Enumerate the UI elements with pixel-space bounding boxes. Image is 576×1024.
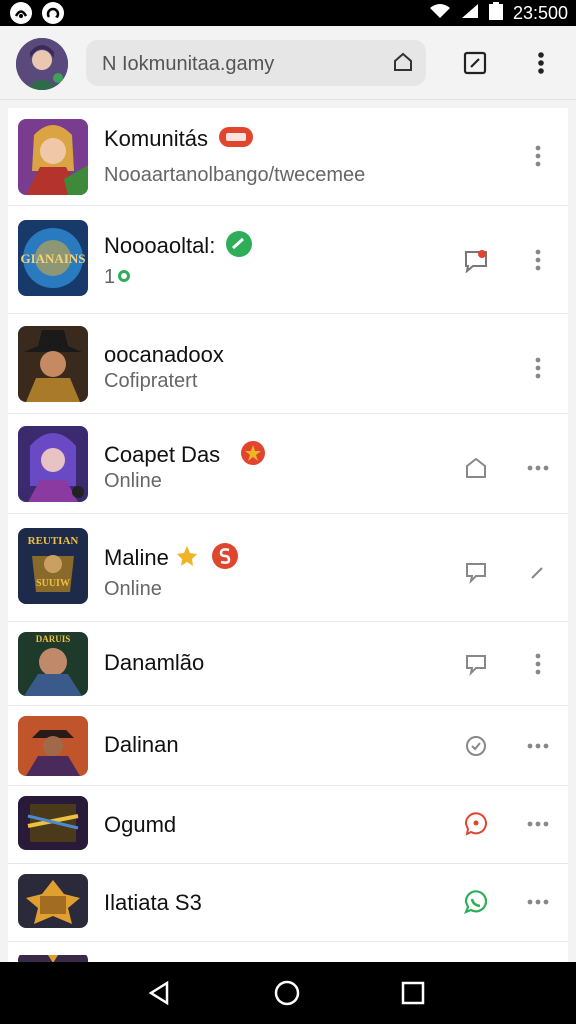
item-more-button[interactable] [524,452,552,484]
compose-button[interactable] [460,48,490,78]
list-item[interactable] [8,942,568,962]
item-more-button[interactable] [524,808,552,840]
item-title: Maline [104,542,239,576]
more-horiz-icon [527,821,549,827]
thumbnail-logo-text: SUUIW [36,578,70,589]
item-more-button[interactable] [524,648,552,680]
whatsapp-icon [464,890,488,914]
red-pill-badge [218,126,254,154]
green-check-badge [225,230,253,264]
status-time: 23:500 [512,3,568,23]
thumbnail-logo-text: DARUIS [36,634,71,644]
status-bar: 23:500 [0,0,576,26]
more-vert-icon [535,249,541,271]
item-more-button[interactable] [524,352,552,384]
list-item[interactable]: Ogumd [8,786,568,864]
item-title: Noooaoltal: [104,230,253,264]
app-notification-icon [10,2,32,24]
wifi-icon [429,3,451,24]
community-thumbnail [18,952,88,962]
community-thumbnail [18,426,88,502]
list-item[interactable]: Dalinan [8,706,568,786]
home-nav-button[interactable] [272,978,302,1008]
edit-icon [463,51,487,75]
community-thumbnail [18,796,88,850]
chat-button[interactable] [460,556,492,588]
clock-icon [466,736,486,756]
list-item[interactable]: DARUIS Danamlão [8,622,568,706]
list-item[interactable]: GIANAINS Noooaoltal: 1 [8,206,568,314]
top-bar: N Iokmunitaa.gamy [0,26,576,100]
back-triangle-icon [148,980,169,1006]
community-thumbnail: GIANAINS [18,220,88,296]
home-icon[interactable] [392,51,414,78]
search-bar[interactable]: N Iokmunitaa.gamy [86,40,426,86]
item-edit-button[interactable] [524,556,552,588]
item-more-button[interactable] [524,244,552,276]
list-item[interactable]: Ilatiata S3 [8,864,568,942]
red-star-badge [240,440,266,472]
more-vert-icon [535,145,541,167]
item-more-button[interactable] [524,730,552,762]
chat-bubble-icon [466,655,486,676]
home-button[interactable] [460,452,492,484]
item-title: Komunitás [104,126,254,154]
community-thumbnail [18,119,88,195]
community-thumbnail [18,716,88,776]
signal-icon [461,3,479,24]
community-thumbnail: DARUIS [18,632,88,696]
item-title: oocanadoox [104,342,224,367]
chat-bubble-icon [465,250,487,273]
item-title: Coapet Das [104,440,266,472]
chat-button[interactable] [460,886,492,918]
chat-bubble-icon [466,563,486,584]
list-item[interactable]: Komunitás Nooaartanolbango/twecemee [8,108,568,206]
online-dot-icon [117,266,131,289]
item-subtitle: Cofipratert [104,370,198,392]
home-circle-icon [274,980,300,1006]
overflow-menu-button[interactable] [526,48,556,78]
community-thumbnail: REUTIAN SUUIW [18,528,88,604]
chat-button[interactable] [460,244,492,276]
item-subtitle: 1 [104,266,131,289]
community-thumbnail [18,874,88,928]
house-icon [466,457,486,478]
avatar[interactable] [16,38,68,90]
chat-button[interactable] [460,808,492,840]
red-s-badge [211,542,239,576]
gold-crown-badge [175,544,199,574]
thumbnail-logo-text: GIANAINS [20,251,85,266]
thumbnail-logo-text: REUTIAN [28,535,79,547]
back-button[interactable] [145,978,175,1008]
item-title: Danamlão [104,650,205,675]
search-text[interactable]: N Iokmunitaa.gamy [102,53,274,76]
item-title: Ogumd [104,812,177,837]
more-vert-icon [535,653,541,675]
item-more-button[interactable] [524,140,552,172]
list-item[interactable]: oocanadoox Cofipratert [8,314,568,414]
item-title: Dalinan [104,732,179,757]
battery-icon [488,2,503,25]
navigation-bar [0,962,576,1024]
list-item[interactable]: Coapet Das Online [8,414,568,514]
recents-button[interactable] [398,978,428,1008]
history-button[interactable] [460,730,492,762]
pencil-icon [531,567,543,579]
more-vert-icon [535,357,541,379]
item-more-button[interactable] [524,886,552,918]
item-subtitle: Online [104,470,162,492]
item-subtitle: Online [104,578,162,600]
refresh-notification-icon [42,2,64,24]
community-thumbnail [18,326,88,402]
item-title: Ilatiata S3 [104,890,202,915]
item-subtitle: Nooaartanolbango/twecemee [104,164,366,186]
list-item[interactable]: REUTIAN SUUIW Maline Online [8,514,568,622]
recents-square-icon [401,981,425,1005]
more-horiz-icon [527,899,549,905]
chat-button[interactable] [460,648,492,680]
chat-bubble-icon [464,812,487,836]
more-vert-icon [538,52,544,74]
more-horiz-icon [527,465,549,471]
more-horiz-icon [527,743,549,749]
